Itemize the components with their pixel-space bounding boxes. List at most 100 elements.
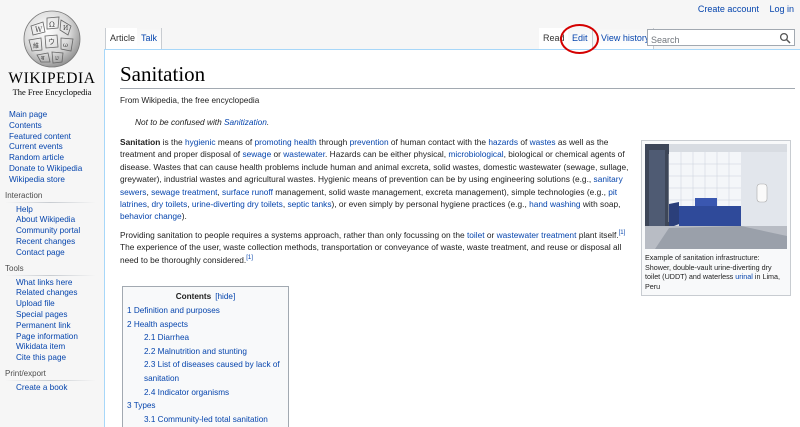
wikipedia-logo[interactable]: W Ω И ウ 維 ω ब ש WIKIPEDIA The Free Encyc…: [0, 0, 104, 100]
content-area: Sanitation From Wikipedia, the free ency…: [104, 49, 800, 427]
sidebar-item-what-links-here[interactable]: What links here: [16, 278, 104, 289]
svg-text:Ω: Ω: [49, 21, 55, 29]
sidebar-item-contents[interactable]: Contents: [9, 121, 104, 132]
wiki-link[interactable]: urine-diverting dry toilets: [192, 199, 283, 209]
toc-number: 1: [127, 306, 134, 315]
sidebar-item-about[interactable]: About Wikipedia: [16, 215, 104, 226]
sidebar-item-cite-this-page[interactable]: Cite this page: [16, 353, 104, 364]
citation-ref[interactable]: [1]: [619, 230, 626, 236]
logo-tagline: The Free Encyclopedia: [12, 87, 92, 97]
wiki-link[interactable]: prevention: [350, 137, 389, 147]
sidebar-item-help[interactable]: Help: [16, 205, 104, 216]
sidebar-item-special-pages[interactable]: Special pages: [16, 310, 104, 321]
sidebar-item-permanent-link[interactable]: Permanent link: [16, 321, 104, 332]
body-text: through: [316, 137, 350, 147]
wiki-link[interactable]: sewage treatment: [151, 187, 217, 197]
wiki-link[interactable]: sewage: [242, 149, 271, 159]
print-export-heading: Print/export: [5, 368, 46, 378]
toc-entry[interactable]: 2.4 Indicator organisms: [123, 386, 288, 400]
sidebar-item-page-information[interactable]: Page information: [16, 332, 104, 343]
article-body: Sanitation is the hygienic means of prom…: [120, 136, 632, 272]
sidebar-item-donate[interactable]: Donate to Wikipedia: [9, 164, 104, 175]
hatnote-suffix: .: [266, 117, 270, 127]
body-text: management, solid waste management, excr…: [272, 186, 609, 197]
body-text: means of: [215, 137, 255, 147]
sidebar-item-related-changes[interactable]: Related changes: [16, 288, 104, 299]
toc-header: Contents [hide]: [123, 292, 288, 301]
body-text: with soap,: [580, 199, 621, 210]
sidebar-item-create-a-book[interactable]: Create a book: [16, 383, 104, 394]
toc-text: Health aspects: [133, 319, 189, 329]
sidebar-item-upload-file[interactable]: Upload file: [16, 299, 104, 310]
logo-wordmark: WIKIPEDIA: [8, 70, 96, 87]
wiki-link[interactable]: dry toilets: [152, 199, 188, 209]
create-account-link[interactable]: Create account: [698, 4, 759, 14]
toc-entry[interactable]: 2 Health aspects: [123, 318, 288, 332]
site-tagline: From Wikipedia, the free encyclopedia: [120, 96, 260, 105]
wiki-link[interactable]: hand washing: [529, 199, 581, 209]
wiki-link[interactable]: toilet: [467, 230, 485, 240]
hatnote-link[interactable]: Sanitization: [224, 117, 267, 127]
wiki-link[interactable]: septic tanks: [287, 199, 331, 209]
wiki-link[interactable]: wastes: [530, 137, 556, 147]
tab-edit[interactable]: Edit: [568, 28, 593, 49]
tab-article[interactable]: Article: [105, 28, 141, 49]
sidebar-item-current-events[interactable]: Current events: [9, 142, 104, 153]
sidebar-item-wikidata-item[interactable]: Wikidata item: [16, 342, 104, 353]
toc-text: List of diseases caused by lack of sanit…: [144, 360, 280, 383]
sidebar-item-main-page[interactable]: Main page: [9, 110, 104, 121]
toc-number: 3.1: [144, 414, 158, 424]
toc-number: 3: [127, 401, 134, 411]
toc-entry[interactable]: 3.1 Community-led total sanitation: [123, 413, 288, 427]
toc-entry[interactable]: 2.3 List of diseases caused by lack of s…: [123, 358, 288, 385]
sidebar-item-featured-content[interactable]: Featured content: [9, 132, 104, 143]
wiki-link[interactable]: wastewater: [283, 149, 325, 159]
wiki-link[interactable]: microbiological: [448, 149, 503, 159]
paragraph-intro: Sanitation is the hygienic means of prom…: [120, 136, 632, 223]
toc-text: Indicator organisms: [157, 387, 230, 397]
caption-link-urinal[interactable]: urinal: [735, 272, 753, 281]
toc-text: Definition and purposes: [133, 306, 220, 315]
wiki-link[interactable]: hygienic: [185, 137, 216, 147]
svg-text:維: 維: [33, 42, 39, 50]
title-divider: [120, 88, 795, 89]
toc-entry[interactable]: 3 Types: [123, 399, 288, 413]
bold-term: Sanitation: [120, 137, 161, 147]
sanitation-photo[interactable]: [645, 144, 787, 249]
sidebar-item-random-article[interactable]: Random article: [9, 153, 104, 164]
wiki-link[interactable]: surface runoff: [222, 187, 273, 197]
wiki-link[interactable]: promoting health: [255, 137, 317, 147]
sidebar-item-contact-page[interactable]: Contact page: [16, 248, 104, 259]
print-export-list: Create a book: [0, 381, 104, 394]
thumbnail-caption: Example of sanitation infrastructure: Sh…: [645, 253, 787, 291]
login-link[interactable]: Log in: [769, 4, 794, 14]
body-text: Providing sanitation to people requires …: [120, 229, 467, 240]
toc-entry[interactable]: 2.1 Diarrhea: [123, 331, 288, 345]
hatnote-prefix: Not to be confused with: [135, 117, 225, 127]
tab-read[interactable]: Read: [539, 28, 570, 49]
toc-hide-toggle[interactable]: [hide]: [215, 292, 235, 301]
tab-view-history[interactable]: View history: [597, 28, 655, 49]
svg-text:И: И: [63, 25, 68, 32]
sidebar-item-store[interactable]: Wikipedia store: [9, 175, 104, 186]
citation-ref[interactable]: [1]: [246, 255, 253, 261]
tab-talk[interactable]: Talk: [137, 28, 163, 49]
toc-entry[interactable]: 2.2 Malnutrition and stunting: [123, 345, 288, 359]
body-text: of: [518, 137, 530, 147]
body-text: is the: [160, 137, 185, 147]
tools-heading: Tools: [5, 263, 24, 273]
sidebar-item-recent-changes[interactable]: Recent changes: [16, 237, 104, 248]
toc-number: 2.4: [144, 387, 158, 397]
navigation-list: Main page Contents Featured content Curr…: [0, 110, 104, 186]
toc-number: 2: [127, 319, 134, 329]
search-input[interactable]: [648, 32, 776, 48]
toc-entry[interactable]: 1 Definition and purposes: [123, 304, 288, 318]
body-text: or: [271, 149, 284, 160]
search-icon[interactable]: [779, 32, 791, 44]
wiki-link[interactable]: wastewater treatment: [497, 230, 577, 240]
wiki-link[interactable]: behavior change: [120, 211, 182, 221]
sidebar-item-community-portal[interactable]: Community portal: [16, 226, 104, 237]
svg-text:ウ: ウ: [48, 38, 55, 46]
wiki-link[interactable]: hazards: [488, 137, 518, 147]
interaction-heading: Interaction: [5, 190, 43, 200]
